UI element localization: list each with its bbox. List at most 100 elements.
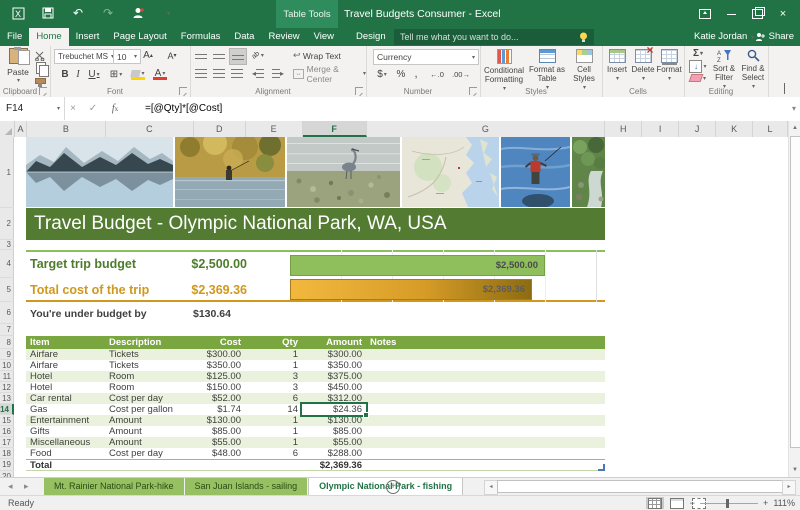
table-row[interactable]: AirfareTickets$350.001$350.00 [26, 360, 605, 371]
save-icon[interactable] [40, 5, 56, 21]
tab-file[interactable]: File [0, 28, 29, 46]
row-header-2[interactable]: 2 [0, 208, 14, 240]
wrap-text-button[interactable]: ↩ Wrap Text [293, 50, 341, 61]
table-resize-handle[interactable] [598, 464, 605, 471]
row-header-10[interactable]: 10 [0, 360, 14, 371]
font-color-button[interactable]: A ▾ [151, 66, 169, 81]
column-header-K[interactable]: K [716, 121, 753, 137]
table-cell[interactable]: $350.00 [193, 360, 245, 371]
zoom-level[interactable]: 111% [773, 498, 795, 508]
column-header-J[interactable]: J [679, 121, 716, 137]
table-cell[interactable]: Room [105, 371, 193, 382]
tab-review[interactable]: Review [261, 28, 306, 46]
table-cell[interactable]: Car rental [26, 393, 105, 404]
table-cell[interactable]: 1 [245, 360, 302, 371]
scroll-left-icon[interactable]: ◂ [484, 480, 498, 495]
table-row[interactable]: MiscellaneousAmount$55.001$55.00 [26, 437, 605, 448]
font-size-select[interactable]: 10▾ [113, 49, 141, 64]
table-cell[interactable]: Entertainment [26, 415, 105, 426]
table-cell[interactable]: $55.00 [193, 437, 245, 448]
column-header-G[interactable]: G [367, 121, 606, 137]
table-cell[interactable] [366, 404, 605, 415]
fill-color-button[interactable]: ▾ [129, 66, 147, 81]
table-cell[interactable]: $450.00 [302, 382, 366, 393]
table-row[interactable]: GiftsAmount$85.001$85.00 [26, 426, 605, 437]
table-cell[interactable]: $1.74 [193, 404, 245, 415]
table-row[interactable]: FoodCost per day$48.006$288.00 [26, 448, 605, 459]
zoom-in-icon[interactable]: + [763, 498, 768, 508]
redo-icon[interactable]: ↷ [100, 5, 116, 21]
row-header-6[interactable]: 6 [0, 302, 14, 324]
increase-decimal-button[interactable]: ←.0 [426, 67, 448, 81]
sheet-tab-2[interactable]: San Juan Islands - sailing [185, 478, 309, 495]
table-col-header-description[interactable]: Description [105, 336, 193, 349]
select-all-corner[interactable] [0, 121, 15, 137]
decrease-indent-button[interactable]: ◂ [250, 66, 266, 81]
row-header-4[interactable]: 4 [0, 250, 14, 278]
collapse-ribbon-button[interactable] [784, 84, 785, 94]
grow-font-button[interactable]: A▴ [138, 48, 158, 63]
table-cell[interactable]: Tickets [105, 349, 193, 360]
table-cell[interactable]: $85.00 [302, 426, 366, 437]
insert-cells-button[interactable]: Insert▾ [605, 49, 629, 83]
alignment-dialog-launcher-icon[interactable] [355, 87, 363, 95]
column-header-L[interactable]: L [753, 121, 788, 137]
table-cell[interactable]: 1 [245, 437, 302, 448]
font-name-select[interactable]: Trebuchet MS▾ [54, 49, 118, 64]
table-cell[interactable]: Amount [105, 415, 193, 426]
row-header-8[interactable]: 8 [0, 336, 14, 349]
account-name[interactable]: Katie Jordan ▾ [694, 28, 754, 46]
table-cell[interactable]: $130.00 [193, 415, 245, 426]
table-cell[interactable]: 1 [245, 426, 302, 437]
percent-style-button[interactable]: % [394, 67, 408, 81]
sheet-canvas[interactable]: 1234567891011121314151617181920 [0, 137, 788, 477]
column-header-E[interactable]: E [246, 121, 303, 137]
minimize-icon[interactable] [718, 0, 744, 28]
tab-insert[interactable]: Insert [69, 28, 107, 46]
top-align-button[interactable] [193, 48, 209, 63]
table-row[interactable]: AirfareTickets$300.001$300.00 [26, 349, 605, 360]
align-right-button[interactable] [229, 66, 245, 81]
budget-bar-chart[interactable]: $2,500.00 $2,369.36 [290, 250, 597, 302]
target-budget-value[interactable]: $2,500.00 [130, 254, 247, 274]
total-cost-bar[interactable]: $2,369.36 [290, 279, 532, 300]
font-dialog-launcher-icon[interactable] [179, 87, 187, 95]
table-cell[interactable]: 3 [245, 382, 302, 393]
table-header-row[interactable]: ItemDescriptionCostQtyAmountNotes [26, 336, 605, 349]
tab-data[interactable]: Data [227, 28, 261, 46]
number-format-select[interactable]: Currency▾ [373, 49, 479, 65]
table-cell[interactable]: $48.00 [193, 448, 245, 459]
table-cell[interactable] [366, 393, 605, 404]
table-cell[interactable]: 6 [245, 448, 302, 459]
clipboard-dialog-launcher-icon[interactable] [39, 87, 47, 95]
row-header-18[interactable]: 18 [0, 448, 14, 459]
comma-style-button[interactable]: , [410, 67, 422, 81]
scroll-right-icon[interactable]: ▸ [782, 480, 796, 495]
table-cell[interactable]: $55.00 [302, 437, 366, 448]
row-header-5[interactable]: 5 [0, 278, 14, 302]
row-header-13[interactable]: 13 [0, 393, 14, 404]
table-cell[interactable]: Airfare [26, 360, 105, 371]
delete-cells-button[interactable]: Delete▾ [631, 49, 655, 83]
table-cell[interactable]: Gas [26, 404, 105, 415]
target-budget-bar[interactable]: $2,500.00 [290, 255, 545, 276]
active-cell-selection[interactable] [300, 402, 368, 417]
table-cell[interactable]: $350.00 [302, 360, 366, 371]
accounting-format-button[interactable]: $▾ [374, 67, 390, 81]
table-row[interactable]: HotelRoom$150.003$450.00 [26, 382, 605, 393]
scroll-up-icon[interactable]: ▲ [790, 122, 800, 134]
column-header-F[interactable]: F [303, 121, 367, 137]
close-icon[interactable]: × [770, 0, 796, 28]
format-painter-button[interactable] [34, 76, 47, 86]
photo-angler-autumn-river[interactable] [175, 137, 285, 207]
find-select-button[interactable]: Find & Select▾ [739, 49, 767, 91]
increase-indent-button[interactable]: ▸ [270, 66, 286, 81]
scroll-down-icon[interactable]: ▼ [790, 464, 800, 476]
total-amount-cell[interactable]: $2,369.36 [302, 460, 366, 470]
horizontal-scrollbar[interactable]: ◂ ▸ [484, 480, 796, 493]
table-cell[interactable] [366, 382, 605, 393]
table-cell[interactable]: Room [105, 382, 193, 393]
sort-filter-button[interactable]: AZ Sort & Filter▾ [710, 49, 738, 91]
table-cell[interactable]: $150.00 [193, 382, 245, 393]
row-header-3[interactable]: 3 [0, 240, 14, 250]
